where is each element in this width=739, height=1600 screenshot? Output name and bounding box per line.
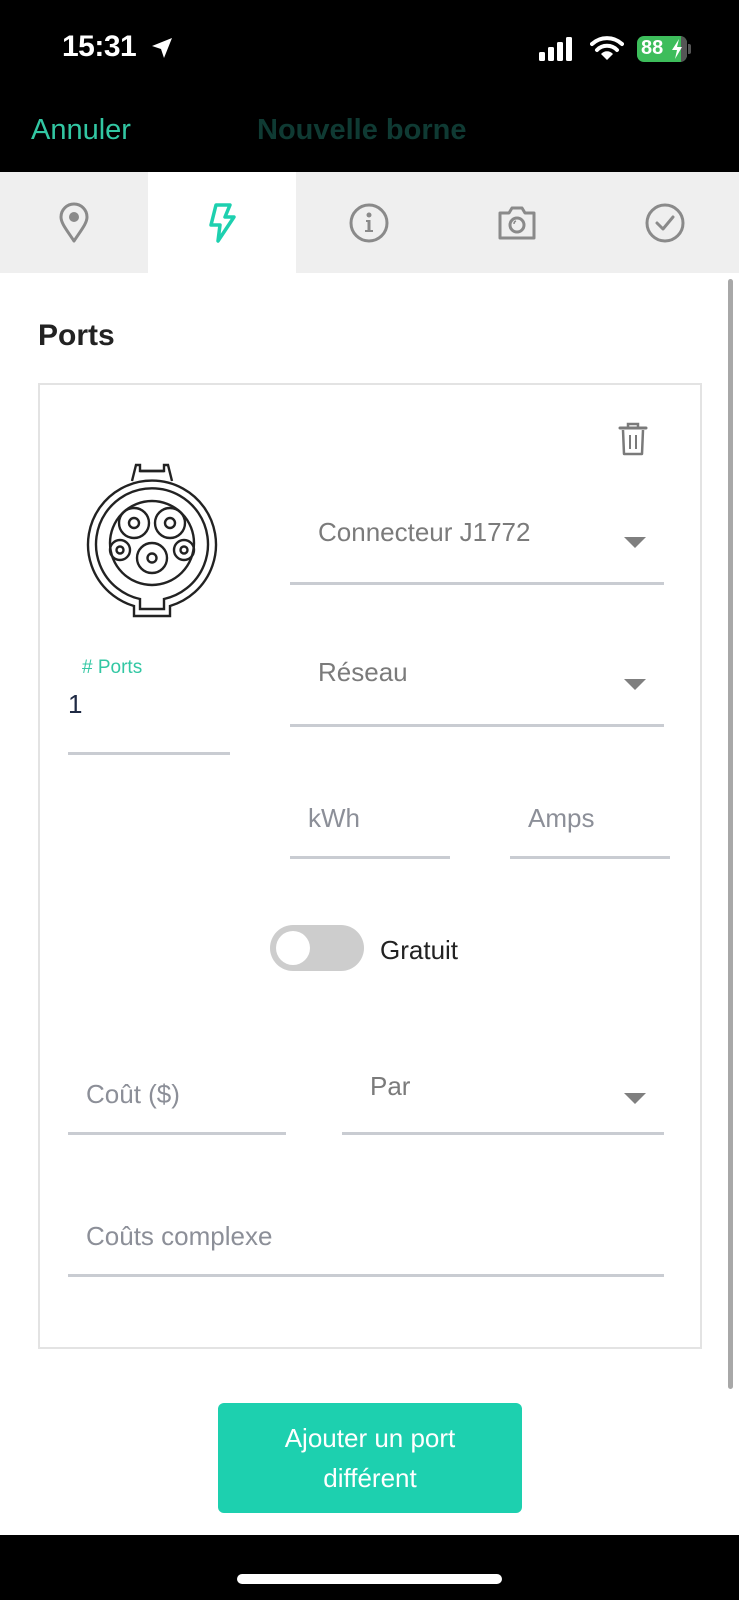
cost-placeholder: Coût ($) [86,1079,180,1109]
chevron-down-icon [624,679,646,690]
tab-power[interactable] [147,172,296,273]
cost-input[interactable]: Coût ($) [68,1055,286,1135]
connector-select[interactable]: Connecteur J1772 [290,505,664,585]
kwh-placeholder: kWh [308,803,360,833]
port-card: Connecteur J1772 # Ports 1 Réseau kWh Am… [38,383,702,1349]
signal-icon [539,37,572,61]
complex-cost-placeholder: Coûts complexe [86,1221,273,1251]
page-title: Nouvelle borne [257,114,467,146]
add-port-button[interactable]: Ajouter un port différent [218,1403,522,1513]
chevron-down-icon [624,1093,646,1104]
camera-icon [498,206,536,239]
check-circle-icon [645,203,685,242]
battery-icon: 88 [637,36,687,62]
lightning-icon [208,202,236,243]
section-title: Ports [38,319,115,352]
status-bar: 15:31 88 [0,0,739,100]
nav-bar: Annuler Nouvelle borne [0,100,739,172]
chevron-down-icon [624,537,646,548]
ports-count-value: 1 [68,689,83,719]
battery-tip [688,44,691,54]
ports-count-field[interactable]: # Ports 1 [68,647,230,755]
location-arrow-icon [152,38,172,58]
battery-percent: 88 [641,37,664,59]
cancel-button[interactable]: Annuler [31,114,131,147]
tab-photo[interactable] [443,172,591,273]
toggle-knob [276,931,310,965]
j1772-connector-icon [86,463,218,618]
connector-select-value: Connecteur J1772 [318,517,531,547]
scrollbar[interactable] [728,279,733,1389]
free-toggle[interactable] [270,925,364,971]
network-select-value: Réseau [318,657,408,687]
free-toggle-label: Gratuit [380,935,459,965]
home-indicator[interactable] [237,1574,502,1584]
trash-icon[interactable] [618,421,648,457]
per-unit-select[interactable]: Par [342,1055,664,1135]
form-content: Ports Connecteur J1772 # Ports 1 Réseau … [0,273,739,1535]
per-unit-value: Par [370,1071,411,1101]
tab-confirm[interactable] [591,172,739,273]
network-select[interactable]: Réseau [290,647,664,727]
amps-placeholder: Amps [528,803,595,833]
amps-input[interactable]: Amps [510,791,670,859]
ports-count-label: # Ports [82,657,143,678]
info-icon [349,203,389,242]
step-tabs [0,172,739,273]
map-pin-icon [59,202,89,242]
tab-info[interactable] [296,172,444,273]
charging-bolt-icon [672,39,682,59]
complex-cost-input[interactable]: Coûts complexe [68,1197,664,1277]
status-time: 15:31 [62,30,137,63]
tab-location[interactable] [0,172,148,273]
wifi-icon [590,36,624,60]
kwh-input[interactable]: kWh [290,791,450,859]
